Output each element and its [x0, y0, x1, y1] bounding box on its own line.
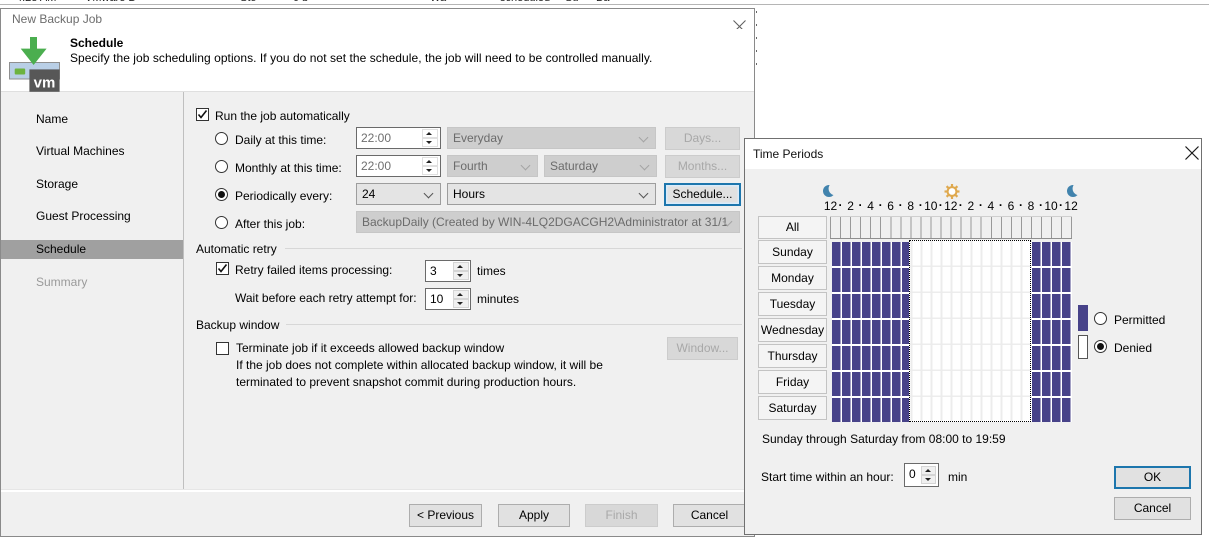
svg-text:vm: vm — [34, 75, 56, 92]
